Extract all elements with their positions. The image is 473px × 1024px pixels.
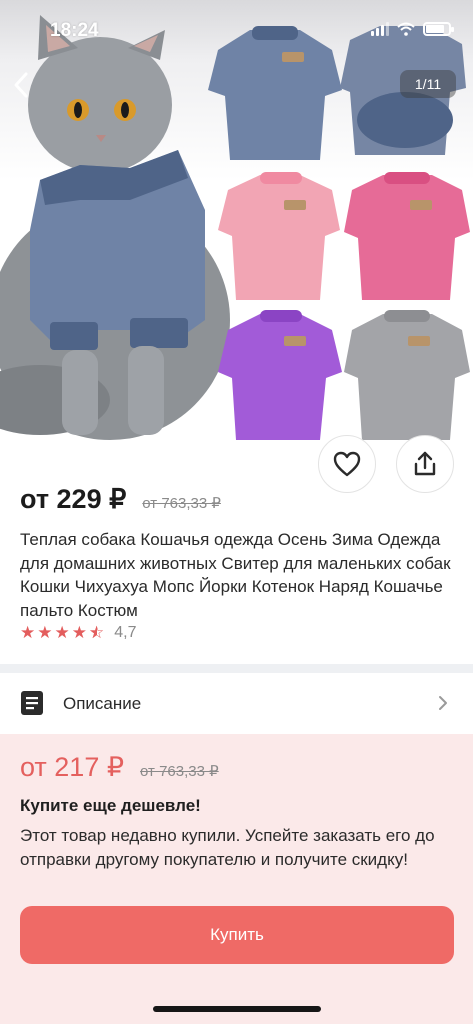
status-time: 18:24 xyxy=(50,20,99,41)
promo-price-row: от 217 ₽ от 763,33 ₽ xyxy=(20,752,219,783)
buy-button[interactable]: Купить xyxy=(20,906,454,964)
document-icon xyxy=(21,691,43,715)
battery-icon xyxy=(423,22,454,36)
old-price: от 763,33 ₽ xyxy=(142,495,221,512)
product-gallery[interactable]: 18:24 1/11 xyxy=(0,0,473,460)
status-bar: 18:24 xyxy=(0,0,473,58)
price-row: от 229 ₽ от 763,33 ₽ xyxy=(20,484,221,515)
signal-icon xyxy=(371,22,389,36)
half-star-icon: ☆ ★ xyxy=(89,623,105,642)
star-icon: ★ xyxy=(37,623,53,642)
section-divider xyxy=(0,664,473,673)
wifi-icon xyxy=(397,22,415,36)
promo-old-price: от 763,33 ₽ xyxy=(140,763,219,780)
back-arrow-icon xyxy=(14,72,28,98)
promo-price: от 217 ₽ xyxy=(20,752,125,782)
star-icon: ★ xyxy=(71,623,87,642)
star-icon: ★ xyxy=(20,623,36,642)
share-button[interactable] xyxy=(396,435,454,493)
promo-headline: Купите еще дешевле! xyxy=(20,796,201,815)
favorite-button[interactable] xyxy=(318,435,376,493)
back-button[interactable] xyxy=(8,68,38,102)
share-icon xyxy=(414,451,436,476)
promo-block: от 217 ₽ от 763,33 ₽ Купите еще дешевле!… xyxy=(0,734,473,1024)
rating-value: 4,7 xyxy=(114,624,137,641)
status-icons xyxy=(371,22,454,36)
home-indicator xyxy=(153,1006,321,1012)
product-photo xyxy=(0,15,470,440)
description-label: Описание xyxy=(63,694,142,713)
gallery-counter: 1/11 xyxy=(400,70,456,98)
star-icon: ★ xyxy=(54,623,70,642)
promo-text: Этот товар недавно купили. Успейте заказ… xyxy=(20,826,435,869)
heart-icon xyxy=(333,451,361,477)
product-title: Теплая собака Кошачья одежда Осень Зима … xyxy=(20,530,451,620)
product-rating: ★ ★ ★ ★ ☆ ★ 4,7 xyxy=(20,623,137,643)
description-row[interactable]: Описание xyxy=(0,674,473,734)
current-price: от 229 ₽ xyxy=(20,484,127,514)
chevron-right-icon xyxy=(439,696,447,710)
